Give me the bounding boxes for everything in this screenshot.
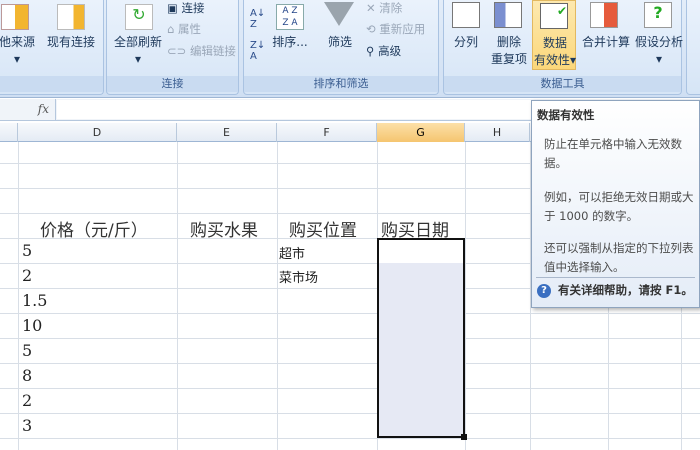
group-external-data: 他来源 ▾ 现有连接 — [0, 0, 104, 95]
header-fruit[interactable]: 购买水果 — [190, 216, 258, 241]
tooltip-text: 防止在单元格中输入无效数据。 — [544, 137, 682, 170]
clear-button[interactable]: ✕ 清除 — [366, 0, 402, 16]
remove-duplicates-button[interactable]: 删除 重复项 — [488, 34, 530, 68]
tooltip-title: 数据有效性 — [537, 108, 595, 122]
location-cell[interactable]: 超市 — [279, 243, 305, 262]
group-connections: ↻ 全部刷新 ▾ ▣ 连接 ⌂ 属性 ⊂⊃ 编辑链接 连接 — [106, 0, 239, 95]
tooltip-help: 有关详细帮助，请按 F1。 — [558, 283, 693, 297]
reapply-button[interactable]: ⟲ 重新应用 — [366, 21, 425, 37]
column-header-f[interactable]: F — [277, 123, 377, 142]
ribbon: 他来源 ▾ 现有连接 ↻ 全部刷新 ▾ ▣ 连接 ⌂ 属性 ⊂⊃ 编辑链接 连接 A… — [0, 0, 700, 98]
price-cell[interactable]: 2 — [22, 266, 32, 285]
column-gridline — [177, 142, 178, 450]
sort-button[interactable]: 排序... — [270, 34, 310, 51]
active-cell[interactable] — [379, 240, 463, 263]
row-gridline — [0, 338, 700, 339]
group-label: 排序和筛选 — [244, 76, 438, 92]
refresh-icon: ↻ — [125, 4, 153, 30]
tooltip-text: 还可以强制从指定的下拉列表值中选择输入。 — [544, 241, 694, 274]
fill-handle[interactable] — [461, 434, 467, 440]
consolidate-button[interactable]: 合并计算 — [578, 34, 634, 51]
price-cell[interactable]: 3 — [22, 416, 32, 435]
validation-icon: ✔ — [540, 3, 568, 29]
properties-button[interactable]: ⌂ 属性 — [167, 21, 201, 37]
price-cell[interactable]: 5 — [22, 241, 32, 260]
tooltip-data-validation: 数据有效性 防止在单元格中输入无效数据。 例如，可以拒绝无效日期或大于 1000… — [531, 100, 700, 308]
existing-connections-button[interactable]: 现有连接 — [43, 34, 99, 51]
row-gridline — [0, 363, 700, 364]
sort-desc-button[interactable]: Z↓ A — [250, 40, 265, 62]
location-cell[interactable]: 菜市场 — [279, 267, 318, 286]
data-validation-button[interactable]: ✔ 数据 有效性▾ — [532, 0, 576, 70]
row-gridline — [0, 413, 700, 414]
remove-duplicates-icon — [494, 2, 522, 28]
column-gridline — [465, 142, 466, 450]
group-data-tools: 分列 删除 重复项 ✔ 数据 有效性▾ 合并计算 ? 假设分析 ▾ 数据工具 — [443, 0, 684, 95]
filter-button[interactable]: 筛选 — [320, 34, 360, 51]
edit-links-button[interactable]: ⊂⊃ 编辑链接 — [167, 43, 236, 59]
group-label: 连接 — [107, 76, 238, 92]
help-icon: ? — [537, 284, 551, 298]
function-icon[interactable]: fx — [0, 99, 56, 120]
header-price[interactable]: 价格（元/斤） — [40, 216, 148, 241]
sort-icon: A ZZ A — [276, 4, 304, 30]
advanced-button[interactable]: ⚲ 高级 — [366, 43, 401, 59]
refresh-all-button[interactable]: 全部刷新 ▾ — [109, 34, 167, 68]
group-label: 数据工具 — [444, 76, 681, 92]
what-if-button[interactable]: 假设分析 ▾ — [634, 34, 684, 68]
other-sources-button[interactable]: 他来源 ▾ — [0, 34, 37, 68]
price-cell[interactable]: 8 — [22, 366, 32, 385]
connections-button[interactable]: ▣ 连接 — [167, 0, 205, 16]
column-header-e[interactable]: E — [177, 123, 277, 142]
tooltip-text: 例如，可以拒绝无效日期或大于 1000 的数字。 — [544, 190, 694, 223]
column-header-g[interactable]: G — [377, 123, 465, 142]
header-date[interactable]: 购买日期 — [381, 216, 449, 241]
selected-range[interactable] — [377, 238, 465, 438]
existing-connections-icon — [57, 4, 85, 30]
filter-icon — [324, 2, 354, 26]
header-location[interactable]: 购买位置 — [289, 216, 357, 241]
row-gridline — [0, 313, 700, 314]
row-gridline — [0, 438, 700, 439]
price-cell[interactable]: 5 — [22, 341, 32, 360]
database-icon — [1, 4, 29, 30]
sort-asc-button[interactable]: A↓ Z — [250, 8, 265, 30]
column-gridline — [277, 142, 278, 450]
column-header-h[interactable]: H — [465, 123, 530, 142]
group-sort-filter: A↓ Z Z↓ A A ZZ A 排序... 筛选 ✕ 清除 ⟲ 重新应用 ⚲ 高级… — [243, 0, 439, 95]
consolidate-icon — [590, 2, 618, 28]
text-to-columns-button[interactable]: 分列 — [446, 34, 486, 51]
column-header-d[interactable]: D — [18, 123, 177, 142]
row-gridline — [0, 388, 700, 389]
price-cell[interactable]: 1.5 — [22, 291, 47, 310]
price-cell[interactable]: 10 — [22, 316, 42, 335]
price-cell[interactable]: 2 — [22, 391, 32, 410]
what-if-icon: ? — [644, 2, 672, 28]
text-to-columns-icon — [452, 2, 480, 28]
column-gridline — [18, 142, 19, 450]
